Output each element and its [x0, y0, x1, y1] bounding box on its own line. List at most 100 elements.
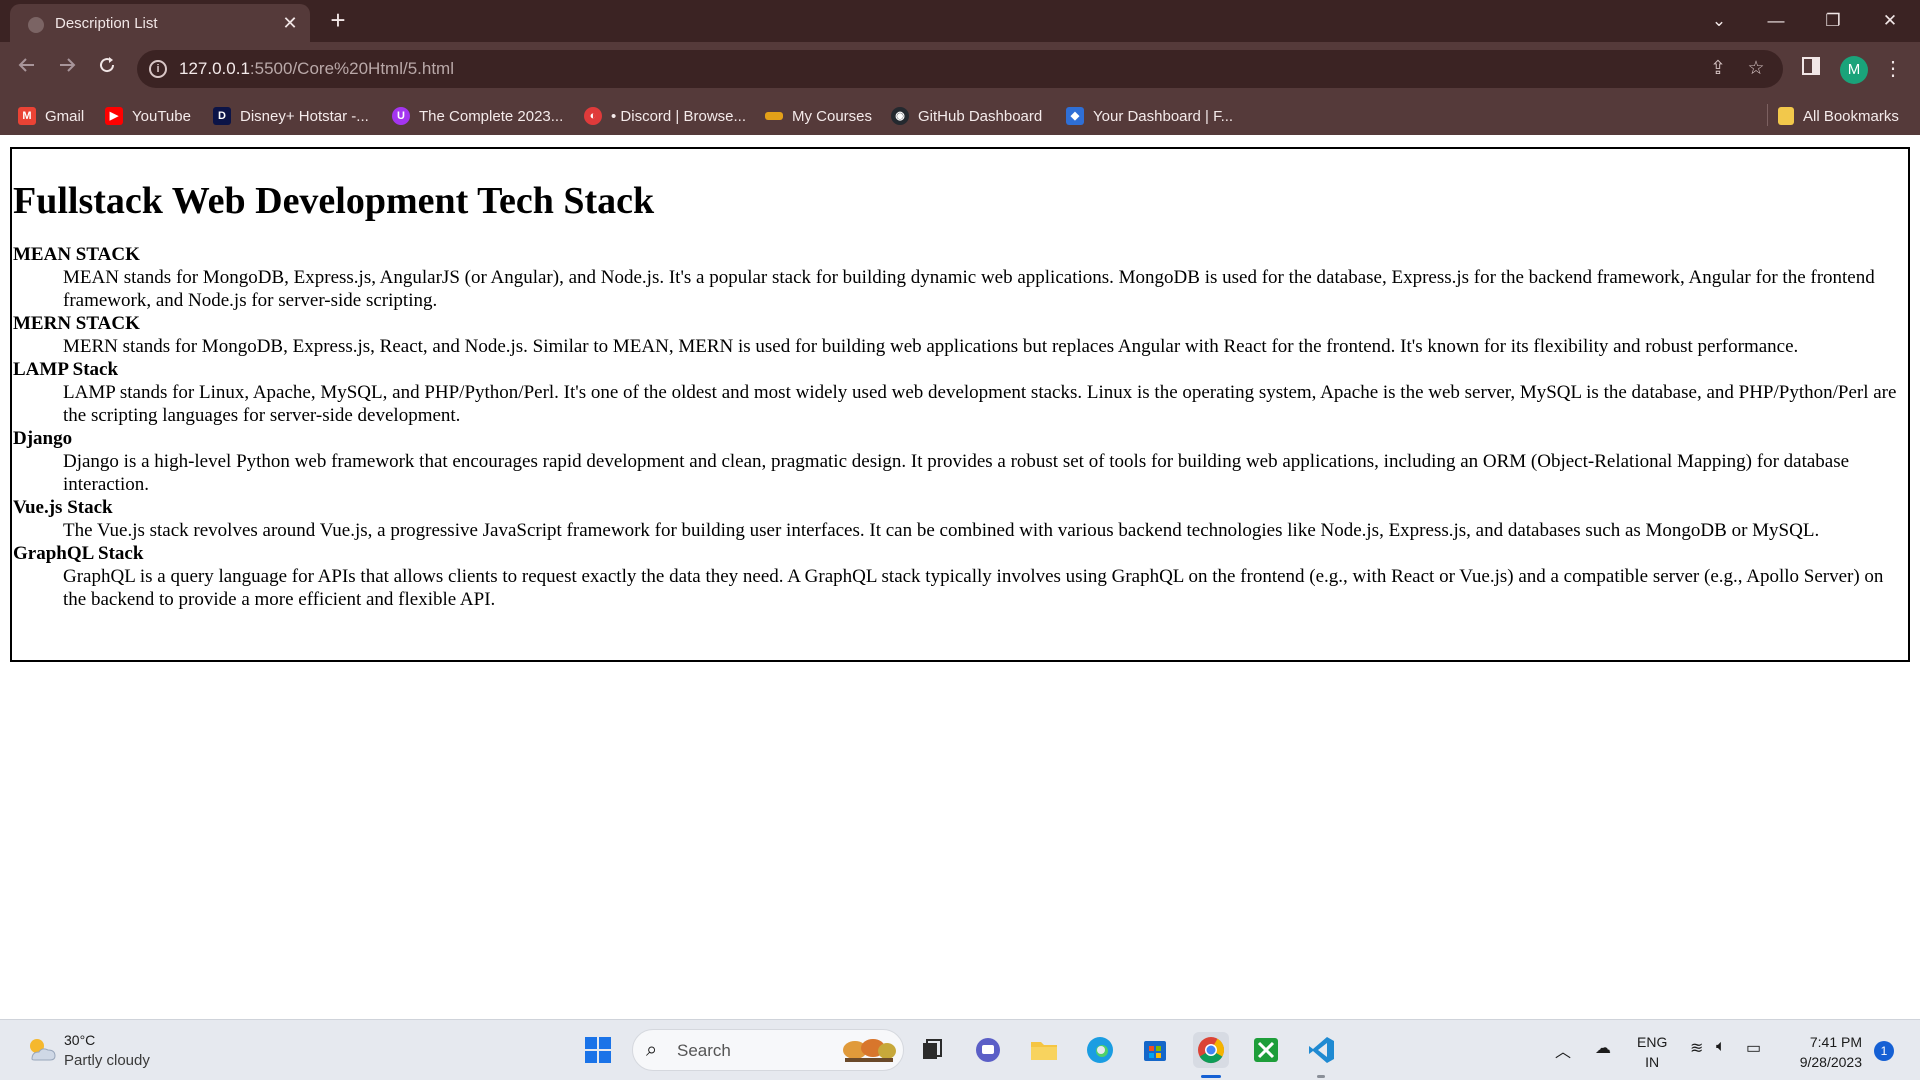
back-button[interactable] — [12, 54, 42, 84]
browser-toolbar: i 127.0.0.1:5500/Core%20Html/5.html ⇪ ☆ … — [0, 42, 1920, 96]
bookmark-label: Your Dashboard | F... — [1093, 107, 1234, 125]
taskbar-search[interactable]: ⌕ Search — [632, 1029, 904, 1071]
description-django: Django is a high-level Python web framew… — [63, 451, 1850, 495]
start-button[interactable] — [580, 1032, 616, 1068]
bookmark-label: The Complete 2023... — [419, 107, 564, 125]
onedrive-cloud-icon[interactable]: ☁ — [1595, 1038, 1611, 1058]
bookmark-github[interactable]: ◉ GitHub Dashboard — [891, 104, 1042, 128]
description-lamp-stack: LAMP stands for Linux, Apache, MySQL, an… — [63, 382, 1897, 426]
xbox-icon — [1254, 1038, 1278, 1062]
edge-icon — [1087, 1037, 1113, 1063]
folder-icon — [1031, 1042, 1057, 1060]
search-highlight-icon — [843, 1039, 896, 1062]
term-mean-stack: MEAN STACK — [13, 244, 140, 265]
term-mern-stack: MERN STACK — [13, 313, 140, 334]
gmail-icon: M — [18, 107, 36, 125]
bookmark-label: YouTube — [132, 107, 191, 125]
side-panel-icon[interactable] — [1796, 54, 1826, 84]
url-text[interactable]: 127.0.0.1:5500/Core%20Html/5.html — [179, 59, 454, 79]
windows-logo-icon — [585, 1037, 611, 1063]
side-panel-glyph-icon — [1802, 57, 1820, 75]
site-info-icon[interactable]: i — [149, 60, 167, 78]
bookmark-star-icon[interactable]: ☆ — [1743, 56, 1769, 82]
description-vuejs-stack: The Vue.js stack revolves around Vue.js,… — [63, 520, 1820, 541]
menu-kebab-icon[interactable]: ⋮ — [1878, 54, 1908, 84]
all-bookmarks-button[interactable]: All Bookmarks — [1778, 104, 1899, 128]
restore-button[interactable]: ❐ — [1813, 6, 1853, 36]
tab-strip: Description List ✕ + ⌄ — ❐ ✕ — [0, 0, 1920, 42]
bookmark-label: GitHub Dashboard — [918, 107, 1043, 125]
partly-cloudy-icon — [30, 1039, 56, 1061]
store-button[interactable] — [1137, 1032, 1173, 1068]
bookmark-my-courses[interactable]: My Courses — [765, 104, 872, 128]
dashboard-icon: ◆ — [1066, 107, 1084, 125]
content-border-box: Fullstack Web Development Tech Stack MEA… — [10, 147, 1910, 662]
notification-badge[interactable]: 1 — [1874, 1041, 1894, 1061]
tab-close-icon[interactable]: ✕ — [278, 11, 302, 35]
edge-button[interactable] — [1082, 1032, 1118, 1068]
chrome-icon — [1198, 1037, 1225, 1064]
reload-button[interactable] — [92, 54, 122, 84]
forward-arrow-icon — [60, 58, 76, 72]
address-bar[interactable]: i 127.0.0.1:5500/Core%20Html/5.html ⇪ ☆ — [137, 50, 1783, 88]
page-favicon-icon — [28, 17, 44, 33]
bookmark-label: • Discord | Browse... — [611, 107, 747, 125]
forward-button[interactable] — [52, 54, 82, 84]
bookmark-udemy[interactable]: U The Complete 2023... — [392, 104, 563, 128]
github-icon: ◉ — [891, 107, 909, 125]
bookmark-label: Disney+ Hotstar -... — [240, 107, 369, 125]
term-vuejs-stack: Vue.js Stack — [13, 497, 113, 518]
description-graphql-stack: GraphQL is a query language for APIs tha… — [63, 566, 1884, 610]
term-lamp-stack: LAMP Stack — [13, 359, 119, 380]
bookmark-hotstar[interactable]: D Disney+ Hotstar -... — [213, 104, 369, 128]
page-title: Fullstack Web Development Tech Stack — [13, 180, 655, 222]
bookmarks-divider — [1767, 104, 1768, 126]
tab-title: Description List — [55, 15, 158, 32]
bookmark-discord[interactable]: ◐ • Discord | Browse... — [584, 104, 746, 128]
file-explorer-button[interactable] — [1026, 1032, 1062, 1068]
discord-icon: ◐ — [584, 107, 602, 125]
wifi-icon[interactable]: ≋ — [1690, 1038, 1703, 1058]
bookmark-label: Gmail — [45, 107, 85, 125]
task-view-button[interactable] — [914, 1032, 950, 1068]
show-hidden-icons-chevron-icon[interactable]: ︿ — [1555, 1038, 1571, 1062]
minimize-button[interactable]: — — [1756, 6, 1796, 36]
chrome-button[interactable] — [1193, 1032, 1229, 1068]
term-graphql-stack: GraphQL Stack — [13, 543, 144, 564]
vscode-running-indicator — [1317, 1075, 1325, 1078]
task-view-icon — [923, 1039, 942, 1059]
bookmark-youtube[interactable]: ▶ YouTube — [105, 104, 191, 128]
clock-date: 9/28/2023 — [1799, 1054, 1862, 1070]
tab-search-button[interactable]: ⌄ — [1699, 6, 1739, 36]
volume-icon[interactable]: 🔈︎ — [1716, 1038, 1726, 1056]
chat-icon — [976, 1038, 1000, 1062]
share-icon[interactable]: ⇪ — [1705, 56, 1731, 82]
bookmark-your-dashboard[interactable]: ◆ Your Dashboard | F... — [1066, 104, 1233, 128]
store-icon — [1144, 1041, 1166, 1061]
xbox-button[interactable] — [1248, 1032, 1284, 1068]
language-indicator[interactable]: ENG IN — [1637, 1032, 1667, 1072]
vscode-button[interactable] — [1303, 1032, 1339, 1068]
battery-icon[interactable]: ▭ — [1746, 1038, 1761, 1058]
taskbar: 30°C Partly cloudy ⌕ Search ︿ ☁ ≋ 🔈︎ ▭ E… — [0, 1019, 1920, 1080]
bookmark-label: My Courses — [792, 107, 873, 125]
region-code: IN — [1645, 1054, 1660, 1070]
bookmark-gmail[interactable]: M Gmail — [18, 104, 84, 128]
weather-description: Partly cloudy — [64, 1052, 150, 1069]
close-window-button[interactable]: ✕ — [1870, 6, 1910, 36]
new-tab-button[interactable]: + — [323, 6, 353, 36]
system-clock[interactable]: 7:41 PM 9/28/2023 — [1790, 1032, 1862, 1072]
profile-avatar[interactable]: M — [1840, 56, 1868, 84]
description-mean-stack: MEAN stands for MongoDB, Express.js, Ang… — [63, 267, 1875, 311]
hotstar-icon: D — [213, 107, 231, 125]
courses-icon — [765, 112, 783, 120]
back-arrow-icon — [18, 58, 34, 72]
browser-tab[interactable]: Description List ✕ — [10, 4, 310, 42]
vscode-icon — [1309, 1037, 1334, 1063]
language-code: ENG — [1637, 1034, 1668, 1050]
teams-chat-button[interactable] — [970, 1032, 1006, 1068]
folder-icon — [1778, 107, 1794, 125]
clock-time: 7:41 PM — [1809, 1034, 1862, 1050]
page-viewport: Fullstack Web Development Tech Stack MEA… — [0, 135, 1920, 1019]
search-icon: ⌕ — [646, 1039, 658, 1061]
